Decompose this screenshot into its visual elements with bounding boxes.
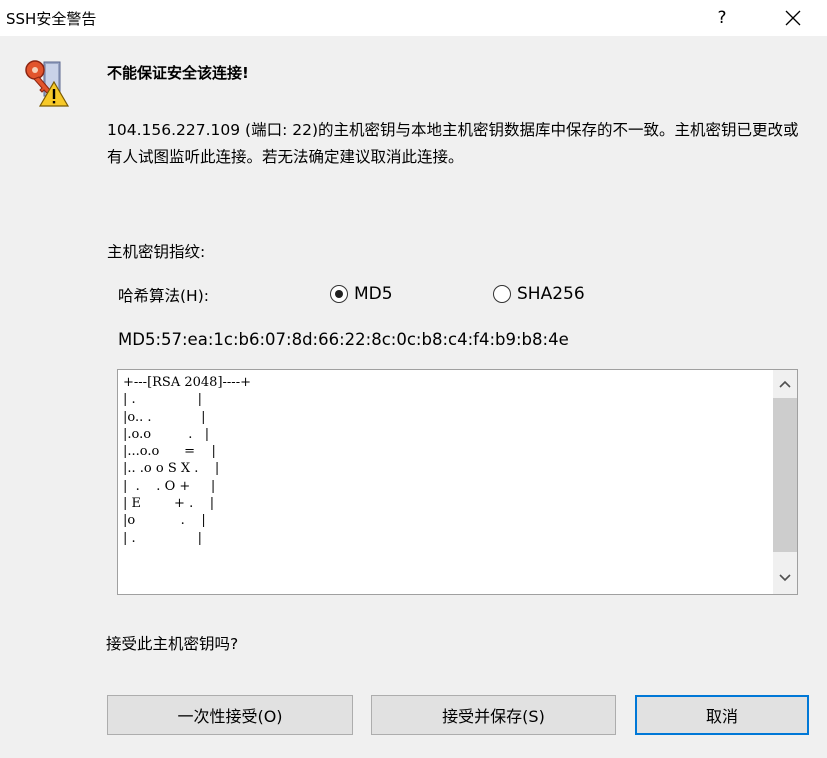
scroll-thumb[interactable] xyxy=(773,398,797,552)
radio-md5[interactable]: MD5 xyxy=(330,284,393,304)
radio-md5-circle[interactable] xyxy=(330,285,348,303)
close-icon xyxy=(785,10,801,26)
help-button[interactable]: ? xyxy=(706,0,738,36)
accept-once-button[interactable]: 一次性接受(O) xyxy=(107,695,353,735)
chevron-up-icon xyxy=(779,380,791,388)
randomart-textbox[interactable]: +---[RSA 2048]----+ | . | |o.. . | |.o.o… xyxy=(117,369,798,595)
vertical-scrollbar[interactable] xyxy=(773,370,797,594)
radio-sha256-label[interactable]: SHA256 xyxy=(517,284,585,304)
host-key-fingerprint: MD5:57:ea:1c:b6:07:8d:66:22:8c:0c:b8:c4:… xyxy=(118,330,569,349)
warning-headline: 不能保证安全该连接! xyxy=(107,64,249,82)
radio-md5-label[interactable]: MD5 xyxy=(354,284,393,304)
key-warning-icon xyxy=(20,56,70,108)
chevron-down-icon xyxy=(779,574,791,582)
warning-description: 104.156.227.109 (端口: 22)的主机密钥与本地主机密钥数据库中… xyxy=(107,121,799,166)
accept-question: 接受此主机密钥吗? xyxy=(106,635,239,653)
fingerprint-section-label: 主机密钥指纹: xyxy=(107,243,206,261)
radio-sha256[interactable]: SHA256 xyxy=(493,284,585,304)
scroll-down-button[interactable] xyxy=(773,567,797,591)
title-bar: SSH安全警告 ? xyxy=(0,0,827,36)
cancel-button[interactable]: 取消 xyxy=(635,695,809,735)
radio-selected-dot xyxy=(334,289,343,298)
close-button[interactable] xyxy=(770,0,816,36)
window-title: SSH安全警告 xyxy=(6,10,97,28)
scroll-up-button[interactable] xyxy=(773,373,797,397)
radio-sha256-circle[interactable] xyxy=(493,285,511,303)
randomart-text: +---[RSA 2048]----+ | . | |o.. . | |.o.o… xyxy=(123,375,251,546)
accept-and-save-button[interactable]: 接受并保存(S) xyxy=(371,695,616,735)
hash-algorithm-label: 哈希算法(H): xyxy=(118,287,209,305)
